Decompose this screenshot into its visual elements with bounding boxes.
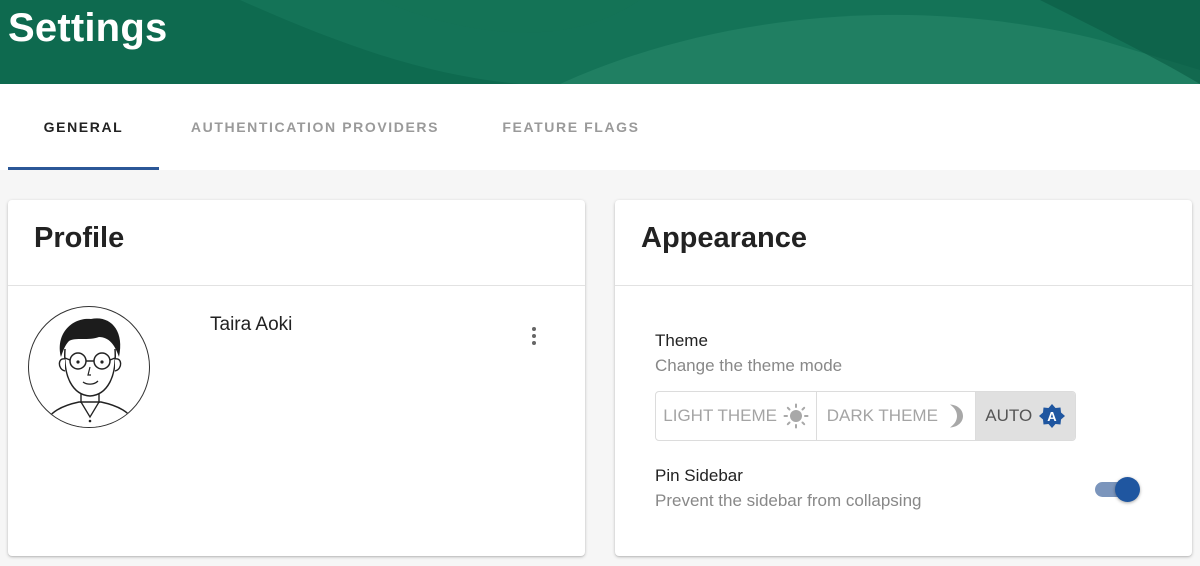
active-tab-indicator [8,167,159,170]
light-theme-button[interactable]: LIGHT THEME [656,392,818,440]
moon-icon [949,404,963,428]
dark-theme-button[interactable]: DARK THEME [817,392,977,440]
dark-theme-label: DARK THEME [826,406,938,425]
tab-bar: GENERAL AUTHENTICATION PROVIDERS FEATURE… [0,84,1200,170]
header-background-waves [240,0,1200,84]
svg-text:A: A [1047,409,1057,424]
toggle-thumb [1115,477,1140,502]
tab-authentication-providers-label: AUTHENTICATION PROVIDERS [190,119,440,135]
tab-authentication-providers[interactable]: AUTHENTICATION PROVIDERS [176,84,454,170]
avatar-illustration-icon [42,318,138,427]
appearance-card-title: Appearance [641,222,808,254]
appearance-card-divider [615,285,1192,286]
avatar [28,306,150,428]
profile-name: Taira Aoki [210,314,293,335]
auto-theme-label: AUTO [985,406,1033,425]
profile-card-title: Profile [34,222,125,254]
theme-toggle-group: LIGHT THEME DARK THEME AUTO A [655,391,1076,441]
auto-theme-icon: A [1039,404,1066,428]
more-options-button[interactable] [520,322,548,350]
app-header: Settings [0,0,1200,84]
tab-feature-flags-label: FEATURE FLAGS [502,119,640,135]
pin-sidebar-label: Pin Sidebar [655,466,743,485]
theme-description: Change the theme mode [655,356,843,375]
light-theme-label: LIGHT THEME [663,406,777,425]
profile-card-divider [8,285,585,286]
theme-label: Theme [655,331,708,350]
auto-theme-button[interactable]: AUTO A [976,392,1075,440]
profile-card: Profile Taira Aoki [8,200,585,556]
tab-general-label: GENERAL [43,119,124,135]
sun-icon [783,403,809,429]
pin-sidebar-description: Prevent the sidebar from collapsing [655,491,922,510]
pin-sidebar-toggle[interactable] [1093,475,1141,503]
tab-feature-flags[interactable]: FEATURE FLAGS [488,84,654,170]
page-title: Settings [8,6,168,50]
more-vert-icon [532,327,536,331]
appearance-card: Appearance Theme Change the theme mode L… [615,200,1192,556]
tab-general[interactable]: GENERAL [8,84,159,170]
